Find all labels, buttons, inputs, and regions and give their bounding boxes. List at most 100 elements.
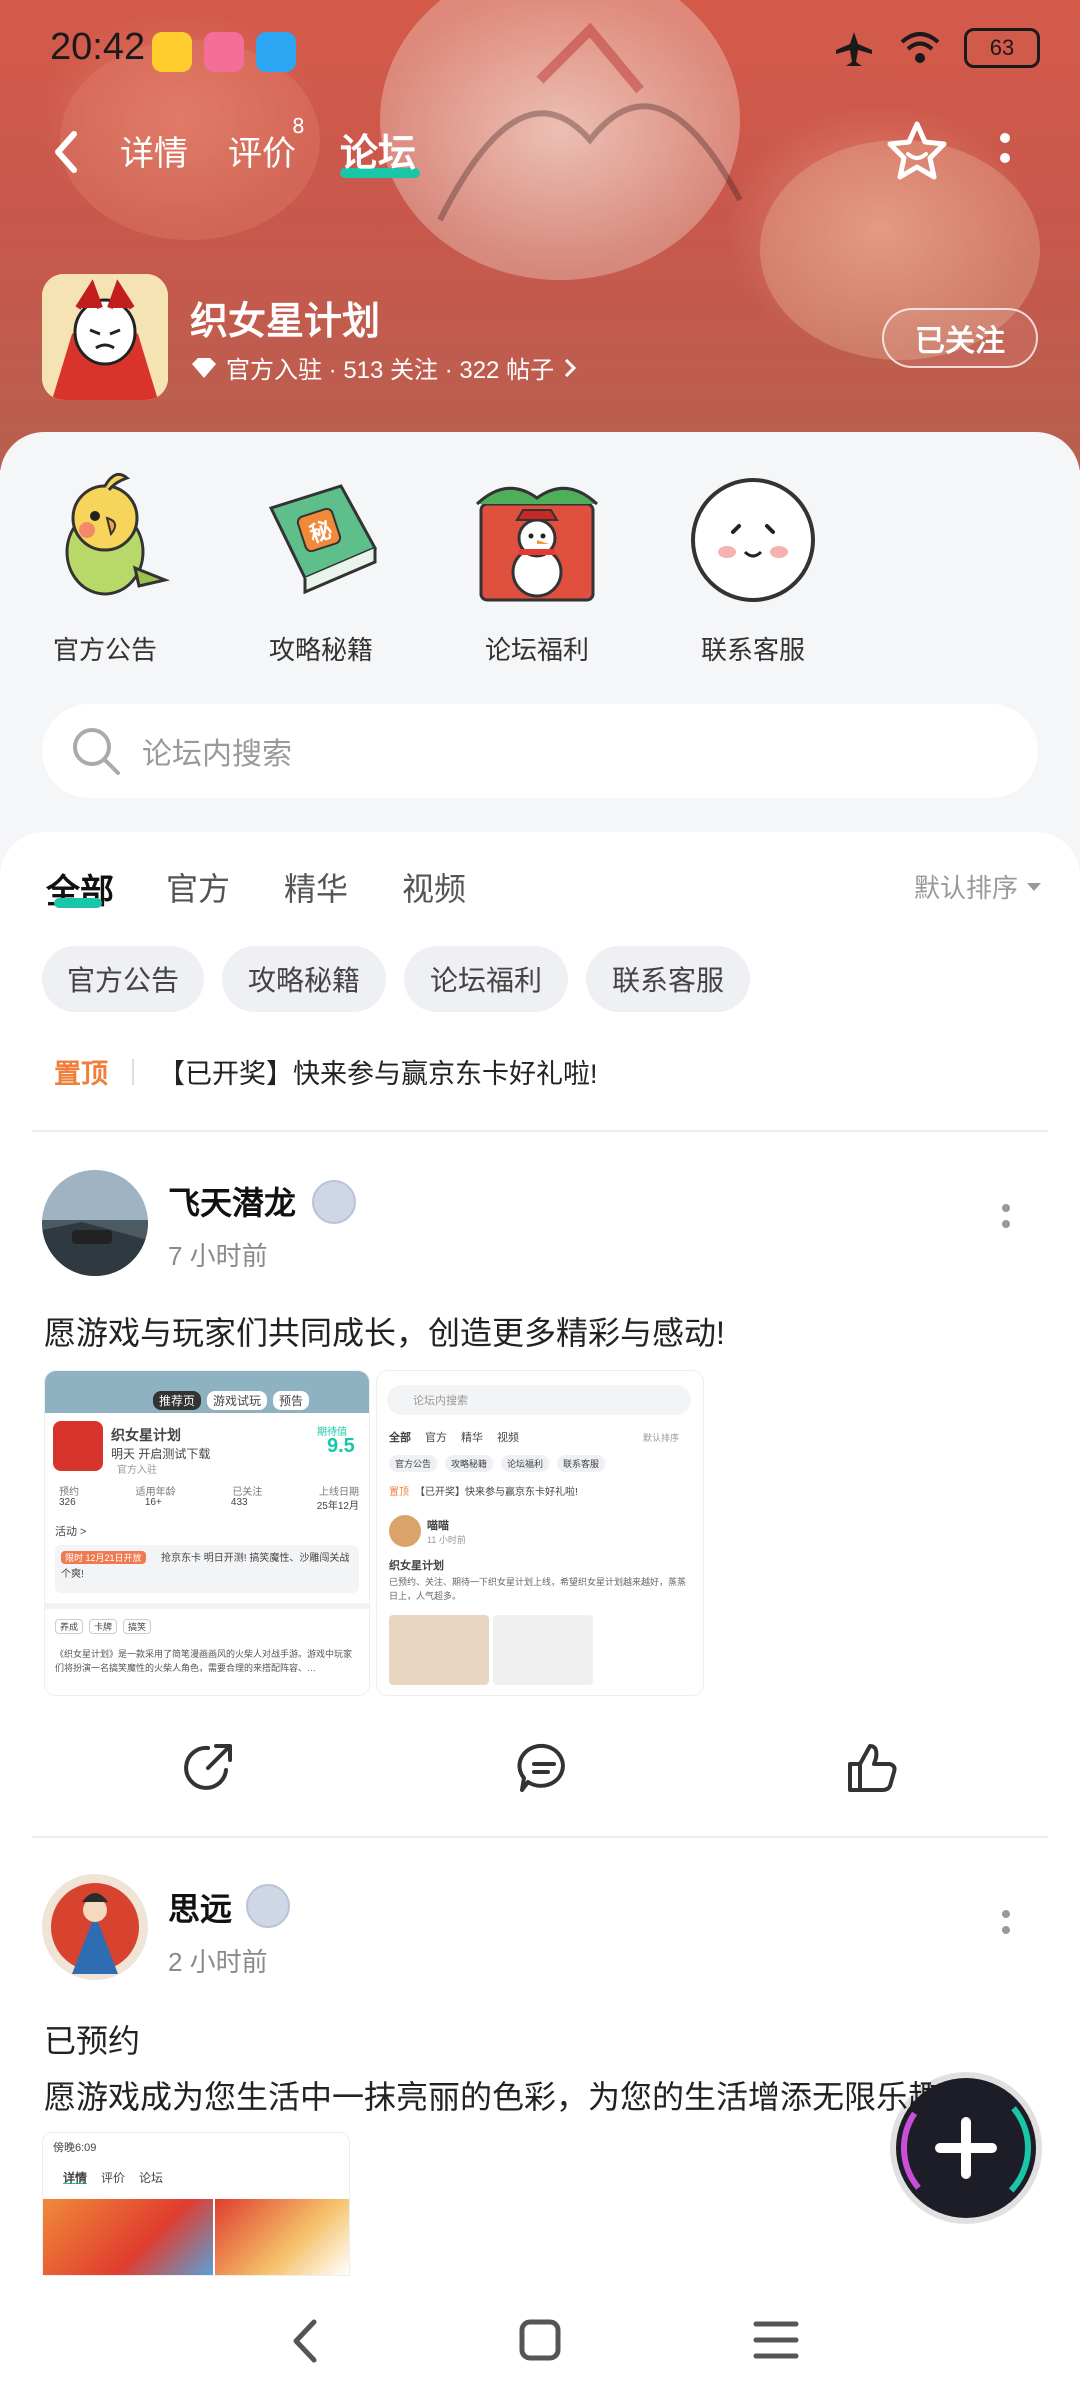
chip-announcements[interactable]: 官方公告 [42,946,204,1012]
post-text-line2[interactable]: 愿游戏成为您生活中一抹亮丽的色彩，为您的生活增添无限乐趣 [44,2072,984,2118]
thumb-chips: 推荐页 游戏试玩 预告 [153,1391,310,1410]
quick-link-announcements[interactable]: 官方公告 [30,468,180,667]
post-image[interactable]: 傍晚6:09 详情 评价 论坛 [42,2132,350,2276]
thumb-chips: 官方公告 攻略秘籍 论坛福利 联系客服 [389,1455,606,1472]
pinned-post[interactable]: 置顶 【已开奖】快来参与赢京东卡好礼啦! [54,1052,598,1091]
comment-icon[interactable] [514,1738,574,1798]
share-icon[interactable] [178,1738,238,1798]
post-text[interactable]: 愿游戏与玩家们共同成长，创造更多精彩与感动! [44,1308,725,1354]
tab-forum[interactable]: 论坛 [340,122,416,177]
thumb-chip: 论坛福利 [501,1455,550,1472]
thumb-score: 9.5 [327,1435,355,1457]
status-bar: 20:42 63 [0,14,1080,84]
new-post-button[interactable] [896,2078,1036,2218]
battery-level: 63 [989,35,1015,60]
feed-tab-indicator [54,898,102,908]
thumb-official: 官方入驻 [117,1465,157,1476]
thumb-stat-value: 326 [59,1497,76,1508]
favorite-star-icon[interactable] [884,118,950,184]
username[interactable]: 飞天潜龙 [168,1178,296,1224]
thumb-activity: 活动 > [55,1526,87,1538]
thumb-stat-value: 25年12月 [316,1501,359,1512]
thumb-tab: 详情 [63,2171,88,2185]
gift-snowman-icon [475,486,599,602]
thumb-time: 11 小时前 [427,1535,466,1545]
system-home-icon[interactable] [516,2316,564,2364]
follow-button[interactable]: 已关注 [882,308,1038,368]
tab-details[interactable]: 详情 [120,126,188,175]
status-time: 20:42 [50,26,146,68]
thumb-game-icon [53,1421,103,1471]
thumb-chip: 预告 [273,1391,310,1410]
username[interactable]: 思远 [168,1884,232,1930]
quick-link-guides[interactable]: 秘 攻略秘籍 [246,468,396,667]
thumb-banner-text: 抢京东卡 明日开测! 搞笑魔性、沙雕闯关战个爽! [61,1553,350,1580]
thumb-tag: 卡牌 [89,1619,118,1634]
sort-dropdown[interactable]: 默认排序 [914,868,1042,905]
thumb-game-subtitle: 明天 开启测试下载 [111,1447,211,1461]
post-image[interactable]: 论坛内搜索 全部 官方 精华 视频 默认排序 官方公告 攻略秘籍 论坛福利 联系… [376,1370,704,1696]
thumb-inner-image [493,1615,593,1685]
feed-tab-video[interactable]: 视频 [402,864,466,910]
chip-support[interactable]: 联系客服 [586,946,750,1012]
thumb-tab: 官方 [425,1432,447,1444]
thumb-chip: 推荐页 [153,1391,202,1410]
tab-reviews[interactable]: 评价 [228,126,296,175]
game-title: 织女星计划 [190,301,381,343]
thumb-post-title: 织女星计划 [389,1560,444,1572]
feed-tab-featured[interactable]: 精华 [284,864,348,910]
thumb-avatar [389,1515,421,1547]
thumb-stat-label: 适用年龄 [135,1487,176,1498]
game-meta[interactable]: 官方入驻 · 513 关注 · 322 帖子 [190,350,578,385]
thumb-art-left [43,2199,213,2275]
game-app-icon [42,274,168,400]
chip-benefits[interactable]: 论坛福利 [404,946,568,1012]
plus-icon [900,2083,1031,2213]
thumb-tab: 评价 [101,2171,126,2185]
thumb-tabs: 详情 评价 论坛 [63,2169,163,2186]
feed-tab-official[interactable]: 官方 [166,864,230,910]
sort-label: 默认排序 [913,873,1018,903]
thumb-inner-image [389,1615,489,1685]
chip-guides[interactable]: 攻略秘籍 [222,946,386,1012]
quick-link-support[interactable]: 联系客服 [678,468,828,667]
avatar[interactable] [42,1874,148,1980]
post-image[interactable]: 推荐页 游戏试玩 预告 织女星计划 明天 开启测试下载 官方入驻 期待值 9.5… [44,1370,370,1696]
search-icon [73,728,120,775]
qq-icon [256,32,296,72]
post-time: 7 小时前 [168,1241,268,1271]
thumb-tabs: 全部 官方 精华 视频 [389,1429,519,1445]
thumb-chip: 联系客服 [557,1455,606,1472]
thumb-stat-label: 上线日期 [318,1487,359,1498]
thumb-pinned: 置顶 【已开奖】快来参与赢京东卡好礼啦! [389,1483,578,1498]
post-text-line1[interactable]: 已预约 [44,2016,140,2062]
search-input[interactable]: 论坛内搜索 [142,729,292,773]
thumb-chip: 官方公告 [389,1455,438,1472]
thumb-tag: 搞笑 [123,1619,152,1634]
quick-link-label: 联系客服 [700,635,805,665]
thumb-tags: 养成 卡牌 搞笑 [55,1619,152,1634]
thumb-tag: 养成 [55,1619,84,1634]
verified-badge-icon [312,1180,356,1224]
thumb-tab: 视频 [497,1432,519,1444]
more-vertical-icon[interactable] [990,128,1020,178]
thumb-pinned-tag: 置顶 [389,1487,409,1498]
back-arrow-icon[interactable] [46,122,86,182]
system-menu-icon[interactable] [752,2318,800,2362]
airplane-icon [836,32,872,66]
post-more-icon[interactable] [998,1906,1014,1946]
pinned-title: 【已开奖】快来参与赢京东卡好礼啦! [158,1059,598,1089]
post-time: 2 小时前 [168,1947,268,1977]
thumb-stat-value: 433 [230,1497,248,1508]
reviews-count: 8 [292,114,305,138]
system-back-icon[interactable] [284,2314,328,2368]
forum-search-bar[interactable]: 论坛内搜索 [42,704,1038,798]
avatar[interactable] [42,1170,148,1276]
verified-badge-icon [246,1884,290,1928]
divider [32,1836,1048,1838]
quick-link-benefits[interactable]: 论坛福利 [462,468,612,667]
wifi-icon [900,32,940,63]
like-icon[interactable] [842,1738,902,1798]
thumb-search-bar: 论坛内搜索 [387,1385,691,1415]
post-more-icon[interactable] [998,1200,1014,1240]
